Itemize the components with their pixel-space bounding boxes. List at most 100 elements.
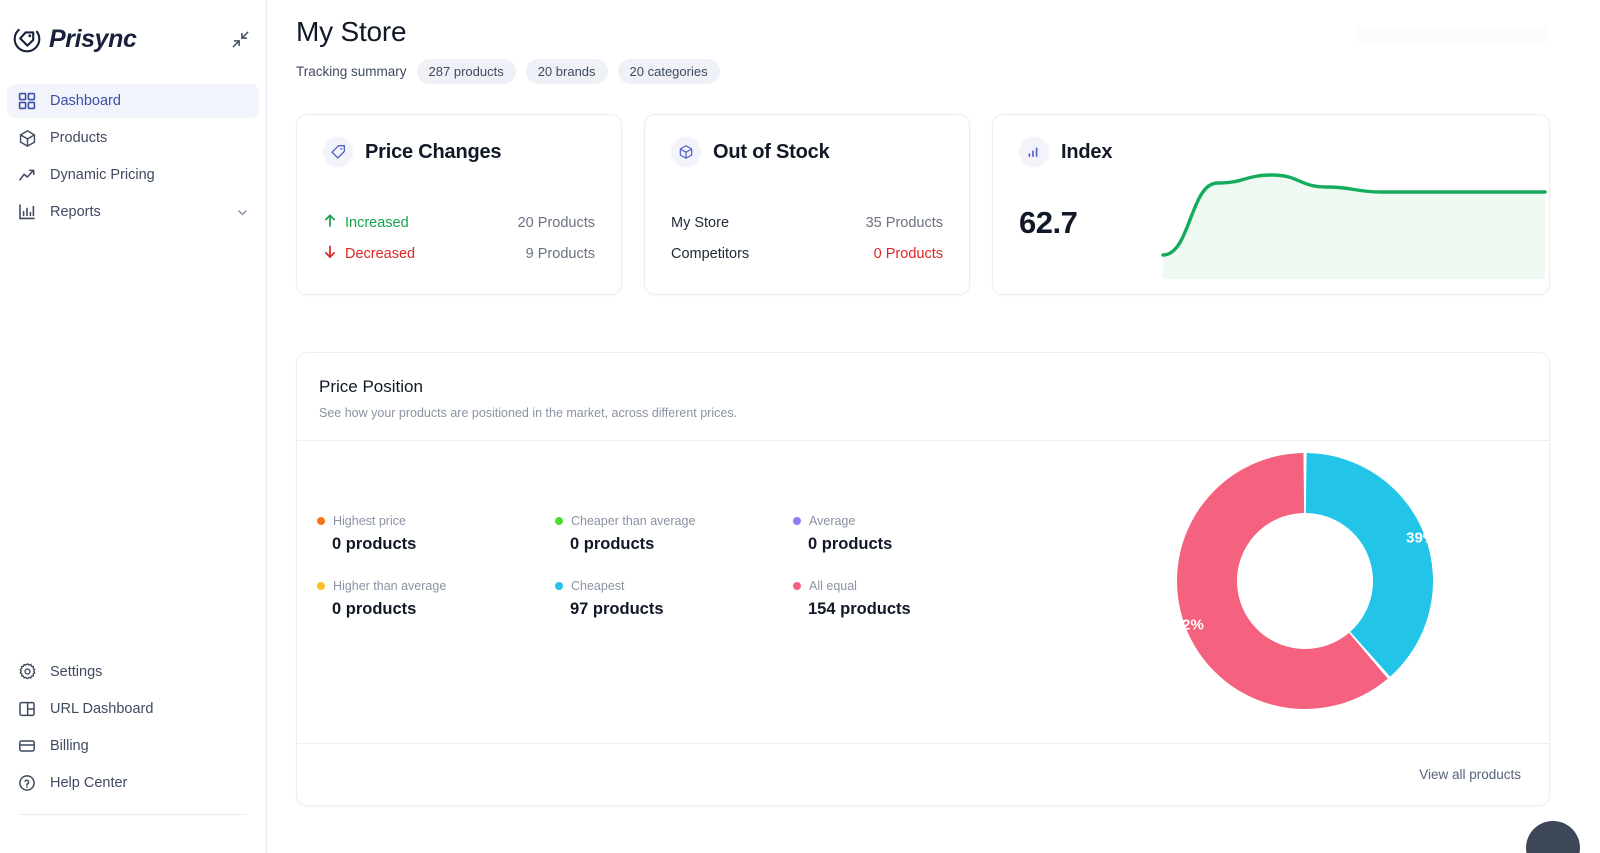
gear-icon [17, 662, 37, 682]
sidebar-item-label: URL Dashboard [50, 700, 154, 717]
cube-icon [17, 128, 37, 148]
legend-label: Average [809, 514, 856, 528]
price-position-subtitle: See how your products are positioned in … [319, 406, 738, 420]
view-all-products-link[interactable]: View all products [1419, 767, 1521, 782]
sidebar-bottom-spacer [7, 815, 259, 853]
legend-label: Cheapest [571, 579, 625, 593]
pill-products[interactable]: 287 products [416, 59, 516, 84]
prisync-tag-logo-icon [12, 24, 42, 54]
question-circle-icon [17, 773, 37, 793]
tracking-summary-label: Tracking summary [296, 64, 407, 79]
legend-count: 97 products [570, 600, 664, 618]
brand-row: Prisync [0, 0, 266, 78]
price-position-donut-chart[interactable]: 39% 62% [1155, 431, 1455, 731]
header-placeholder [1354, 26, 1550, 43]
card-title: Out of Stock [713, 140, 830, 163]
donut-slice-label: 39% [1406, 530, 1436, 547]
donut-slice-label: 62% [1174, 616, 1204, 633]
legend-dot-icon [555, 517, 563, 525]
legend-count: 0 products [570, 535, 655, 553]
stat-row-my-store: My Store 35 Products [671, 207, 943, 238]
sidebar-item-dashboard[interactable]: Dashboard [7, 84, 259, 118]
legend-item-all-equal[interactable]: All equal 154 products [793, 579, 1031, 644]
cube-icon [671, 137, 701, 167]
sidebar-item-billing[interactable]: Billing [7, 728, 259, 763]
stat-value: 20 Products [517, 214, 595, 231]
sidebar-item-label: Products [50, 130, 108, 146]
sidebar-item-reports[interactable]: Reports [7, 195, 259, 229]
tracking-summary: Tracking summary 287 products 20 brands … [296, 59, 1550, 84]
stat-label: My Store [671, 214, 730, 231]
legend-item-cheapest[interactable]: Cheapest 97 products [555, 579, 793, 644]
legend-dot-icon [317, 517, 325, 525]
main-content: My Store Tracking summary 287 products 2… [267, 0, 1600, 853]
legend-count: 154 products [808, 600, 911, 618]
sidebar-item-label: Settings [50, 663, 103, 680]
legend-label: All equal [809, 579, 857, 593]
legend-count: 0 products [808, 535, 893, 553]
legend-label: Highest price [333, 514, 406, 528]
sidebar-item-label: Help Center [50, 774, 128, 791]
index-card: Index 62.7 [992, 114, 1550, 295]
credit-card-icon [17, 736, 37, 756]
stat-row-competitors: Competitors 0 Products [671, 238, 943, 269]
sidebar-item-dynamic-pricing[interactable]: Dynamic Pricing [7, 158, 259, 192]
sidebar: Prisync Dashboard Products Dynamic Prici… [0, 0, 267, 853]
legend-dot-icon [793, 517, 801, 525]
legend-item-cheaper-than-average[interactable]: Cheaper than average 0 products [555, 514, 793, 579]
price-position-card: Price Position See how your products are… [296, 352, 1550, 806]
price-tag-icon [323, 137, 353, 167]
stat-label: Competitors [671, 245, 750, 262]
sidebar-item-label: Dashboard [50, 93, 121, 109]
legend-item-higher-than-average[interactable]: Higher than average 0 products [317, 579, 555, 644]
card-title: Index [1061, 140, 1113, 163]
legend-item-average[interactable]: Average 0 products [793, 514, 1031, 579]
arrow-down-icon [323, 244, 337, 263]
card-header: Out of Stock [671, 137, 943, 167]
legend-dot-icon [555, 582, 563, 590]
layout-panel-icon [17, 699, 37, 719]
grid-icon [17, 91, 37, 111]
stat-row-decreased: Decreased 9 Products [323, 238, 595, 269]
out-of-stock-card: Out of Stock My Store 35 Products Compet… [644, 114, 970, 295]
chevron-down-icon[interactable] [236, 206, 249, 219]
legend-count: 0 products [332, 600, 417, 618]
sidebar-item-label: Reports [50, 204, 101, 220]
sidebar-item-settings[interactable]: Settings [7, 654, 259, 689]
index-sparkline-chart [1161, 173, 1547, 279]
collapse-sidebar-icon[interactable] [228, 27, 252, 51]
price-position-footer: View all products [297, 743, 1549, 805]
legend-item-highest-price[interactable]: Highest price 0 products [317, 514, 555, 579]
pill-brands[interactable]: 20 brands [525, 59, 608, 84]
sidebar-item-products[interactable]: Products [7, 121, 259, 155]
sidebar-nav: Dashboard Products Dynamic Pricing Repor… [0, 84, 266, 229]
stat-value: 0 Products [873, 245, 943, 262]
price-position-header: Price Position See how your products are… [297, 353, 1549, 440]
stat-row-increased: Increased 20 Products [323, 207, 595, 238]
sidebar-bottom-nav: Settings URL Dashboard Billing Help Cent… [0, 654, 266, 853]
stat-label: Increased [345, 214, 409, 231]
pill-categories[interactable]: 20 categories [617, 59, 720, 84]
price-changes-list: Increased 20 Products Decreased 9 Produc… [323, 207, 595, 269]
legend-dot-icon [793, 582, 801, 590]
trending-up-icon [17, 165, 37, 185]
stat-value: 35 Products [865, 214, 943, 231]
sidebar-item-url-dashboard[interactable]: URL Dashboard [7, 691, 259, 726]
legend-count: 0 products [332, 535, 417, 553]
legend-label: Cheaper than average [571, 514, 696, 528]
out-of-stock-list: My Store 35 Products Competitors 0 Produ… [671, 207, 943, 269]
bar-chart-icon [17, 202, 37, 222]
legend-dot-icon [317, 582, 325, 590]
bar-chart-icon [1019, 137, 1049, 167]
donut-slice[interactable] [1305, 453, 1433, 677]
sidebar-item-help-center[interactable]: Help Center [7, 765, 259, 800]
chat-widget-button[interactable] [1526, 821, 1580, 853]
price-position-title: Price Position [319, 377, 423, 396]
arrow-up-icon [323, 213, 337, 232]
stat-value: 9 Products [525, 245, 595, 262]
price-position-body: Highest price 0 products Cheaper than av… [297, 441, 1549, 771]
price-position-chart-area: 39% 62% [1117, 441, 1549, 771]
sidebar-item-label: Dynamic Pricing [50, 167, 155, 183]
app-root: Prisync Dashboard Products Dynamic Prici… [0, 0, 1600, 853]
card-title: Price Changes [365, 140, 502, 163]
